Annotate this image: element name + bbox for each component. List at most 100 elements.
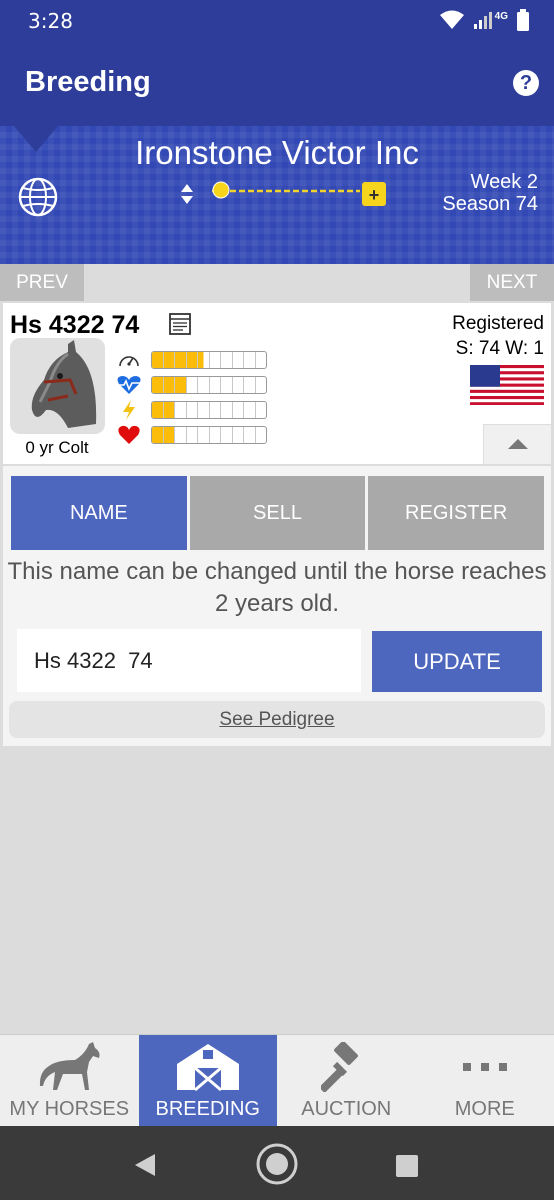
stable-banner: Ironstone Victor Inc + Week 2 Season 74 [0, 126, 554, 264]
stat-bar-segment [198, 377, 210, 393]
stat-bar-segment [221, 377, 233, 393]
prev-button[interactable]: PREV [0, 264, 84, 301]
stat-bar-segment [244, 377, 256, 393]
horse-name: Hs 4322 74 [10, 311, 140, 339]
stat-bar-segment [221, 352, 233, 368]
stat-bar-segment [210, 352, 221, 368]
stat-bar-segment [256, 402, 267, 418]
stat-bar-segment [256, 352, 267, 368]
gavel-icon [321, 1042, 359, 1092]
stat-bar-segment [233, 352, 244, 368]
chevron-up-icon [508, 439, 528, 449]
stat-row-heart [116, 425, 267, 445]
wifi-icon [439, 10, 464, 29]
us-flag-icon [470, 365, 544, 405]
page-title: Breeding [25, 66, 151, 98]
action-tabs: NAME SELL REGISTER [11, 476, 545, 550]
stat-bar-segment [198, 352, 210, 368]
horse-age: 0 yr Colt [25, 438, 89, 457]
nav-label: BREEDING [155, 1098, 260, 1120]
horse-card: Hs 4322 74 0 yr Colt Registered S: 74 W:… [3, 303, 551, 464]
stat-bar-segment [163, 427, 175, 443]
home-icon[interactable] [255, 1142, 299, 1186]
stat-bar-segment [152, 427, 164, 443]
stat-row-stamina [116, 375, 267, 395]
nav-label: AUCTION [301, 1098, 392, 1120]
stat-bar-segment [233, 427, 244, 443]
horse-nav: PREV NEXT [0, 264, 554, 301]
next-button[interactable]: NEXT [470, 264, 554, 301]
horse-head-icon [31, 340, 97, 428]
update-button[interactable]: UPDATE [372, 631, 542, 692]
stat-bar-segment [256, 427, 267, 443]
stat-bar-segment [244, 402, 256, 418]
stat-bar-segment [163, 352, 175, 368]
back-icon[interactable] [133, 1152, 157, 1178]
notes-icon[interactable] [168, 312, 192, 336]
nav-auction[interactable]: AUCTION [277, 1035, 416, 1126]
stat-bar-segment [221, 402, 233, 418]
nav-label: MORE [454, 1098, 515, 1120]
stat-bar-segment [152, 402, 164, 418]
globe-icon[interactable] [17, 176, 59, 218]
stat-bar-segment [175, 427, 187, 443]
signal-icon [473, 12, 492, 29]
nav-my-horses[interactable]: MY HORSES [0, 1035, 139, 1126]
see-pedigree-link[interactable]: See Pedigree [9, 701, 545, 738]
stat-bar-segment [175, 352, 187, 368]
stat-bar-segment [187, 377, 198, 393]
nav-label: MY HORSES [9, 1098, 130, 1120]
season-progress-track [212, 181, 360, 199]
speedometer-icon [116, 349, 142, 371]
collapse-button[interactable] [483, 424, 551, 464]
season-progress-marker [212, 181, 230, 199]
nav-more[interactable]: MORE [416, 1035, 554, 1126]
horse-icon [40, 1042, 100, 1090]
nav-breeding[interactable]: BREEDING [138, 1035, 277, 1126]
more-icon [462, 1063, 507, 1071]
plus-icon[interactable]: + [362, 182, 386, 206]
stat-bar [151, 401, 267, 419]
stable-name: Ironstone Victor Inc [135, 134, 419, 171]
stat-bar-segment [187, 427, 198, 443]
stat-bar [151, 351, 267, 369]
help-icon[interactable]: ? [513, 70, 539, 96]
stat-bar-segment [221, 427, 233, 443]
season-progress: + [178, 178, 393, 208]
app-bar: Breeding ? [0, 40, 554, 126]
bottom-nav: MY HORSES BREEDING AUCTION MORE [0, 1034, 554, 1126]
status-icons: 4G [439, 6, 530, 34]
week-label: Week 2 [470, 171, 538, 193]
stat-bar-segment [198, 402, 210, 418]
stat-bar-segment [256, 377, 267, 393]
recents-icon[interactable] [396, 1155, 418, 1177]
stat-bar-segment [175, 402, 187, 418]
tab-register[interactable]: REGISTER [368, 476, 545, 550]
network-label: 4G [494, 10, 508, 22]
tab-sell[interactable]: SELL [189, 476, 366, 550]
name-change-info: This name can be changed until the horse… [7, 558, 547, 617]
stat-bar-segment [152, 377, 164, 393]
season-label: Season 74 [442, 193, 538, 215]
stat-bar [151, 426, 267, 444]
battery-icon [517, 9, 529, 31]
stat-bar-segment [163, 377, 175, 393]
stat-bar-segment [210, 427, 221, 443]
up-down-arrows-icon[interactable] [178, 180, 196, 208]
stat-bar-segment [152, 352, 164, 368]
stat-bar-segment [210, 402, 221, 418]
stat-bar-segment [210, 377, 221, 393]
stat-bar-segment [175, 377, 187, 393]
barn-icon [176, 1044, 239, 1092]
system-nav-bar [0, 1126, 554, 1200]
tab-name[interactable]: NAME [11, 476, 187, 550]
stat-bar-segment [233, 402, 244, 418]
stat-bar-segment [244, 427, 256, 443]
horse-portrait[interactable] [10, 338, 105, 434]
registration-stats: S: 74 W: 1 [455, 338, 544, 359]
stat-bar-segment [186, 352, 198, 368]
stat-bar-segment [233, 377, 244, 393]
horse-name-input[interactable] [17, 629, 361, 692]
heart-icon [116, 424, 142, 446]
stat-bar-segment [198, 427, 210, 443]
